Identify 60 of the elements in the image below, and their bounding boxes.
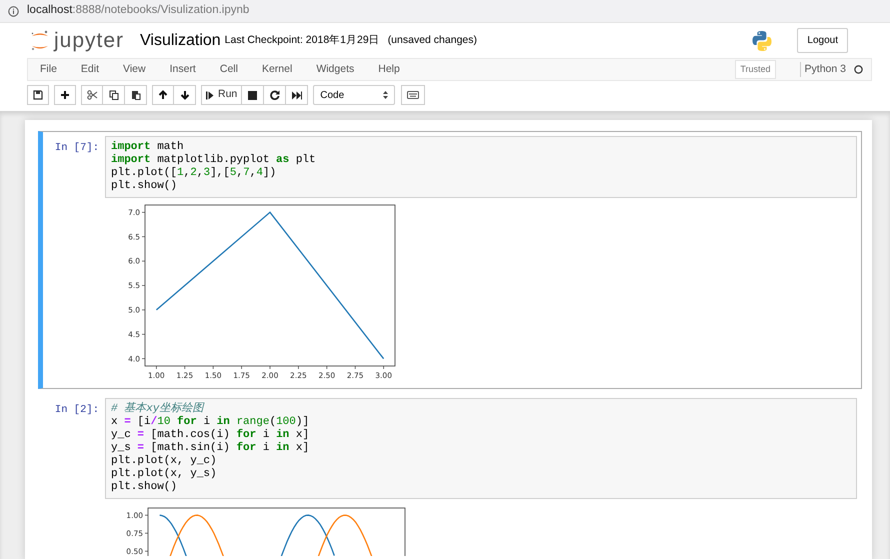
run-button[interactable]: Run <box>201 85 242 105</box>
code-line: import math <box>111 141 184 154</box>
paste-icon <box>130 90 140 100</box>
code-line: plt.show() <box>111 180 178 193</box>
menu-item[interactable]: File <box>40 62 57 78</box>
cut-button[interactable] <box>81 85 103 105</box>
move-up-button[interactable] <box>152 85 174 105</box>
paste-button[interactable] <box>125 85 147 105</box>
copy-icon <box>108 90 118 100</box>
interrupt-button[interactable] <box>242 85 264 105</box>
code-line: plt.show() <box>111 481 178 494</box>
url-text[interactable]: localhost:8888/notebooks/Visulization.ipynb <box>27 2 250 20</box>
run-all-button[interactable] <box>286 85 308 105</box>
code-line: plt.plot([1,2,3],[5,7,4]) <box>111 167 276 180</box>
code-line: y_c = [math.cos(i) for i in x] <box>111 429 310 442</box>
command-palette-button[interactable] <box>401 85 426 105</box>
kernel-name: Python 3 <box>800 62 846 78</box>
code-line: x = [i/10 for i in range(100)] <box>111 416 310 428</box>
code-line: y_s = [math.sin(i) for i in x] <box>111 442 310 455</box>
logout-button[interactable]: Logout <box>797 28 848 53</box>
restart-button[interactable] <box>264 85 286 105</box>
input-prompt: In [7]: <box>54 141 100 156</box>
save-button[interactable] <box>27 85 49 105</box>
fast-forward-icon <box>292 90 302 100</box>
menu-item[interactable]: Widgets <box>316 62 354 78</box>
menu-item[interactable]: Help <box>378 62 400 78</box>
code-editor[interactable]: # 基本xy坐标绘图 x = [i/10 for i in range(100)] y_c = [math.cos(i) for i in x] y_s = [math.sin(i) for i in x] plt.plot(x, y_c) plt.plot(x, y_s) plt.show() <box>105 398 857 499</box>
updown-caret-icon <box>383 91 388 99</box>
trusted-indicator[interactable]: Trusted <box>735 60 776 80</box>
python-logo-icon <box>751 30 774 52</box>
step-icon <box>206 90 214 100</box>
plus-icon <box>60 90 70 100</box>
copy-button[interactable] <box>103 85 125 105</box>
move-down-button[interactable] <box>174 85 196 105</box>
notebook-title[interactable]: Visulization <box>140 28 221 52</box>
unsaved-text: (unsaved changes) <box>388 32 477 48</box>
keyboard-icon <box>407 91 420 99</box>
code-editor[interactable]: import math import matplotlib.pyplot as plt plt.plot([1,2,3],[5,7,4]) plt.show() <box>105 136 857 198</box>
code-line: # 基本xy坐标绘图 <box>111 403 204 416</box>
arrow-down-icon <box>180 90 190 100</box>
cell-type-dropdown[interactable]: Code <box>313 85 396 105</box>
arrow-up-icon <box>158 90 168 100</box>
input-prompt: In [2]: <box>54 403 100 418</box>
menu-item[interactable]: Cell <box>220 62 238 78</box>
code-line: plt.plot(x, y_s) <box>111 468 217 481</box>
scissors-icon <box>86 90 98 100</box>
stop-icon <box>248 90 258 100</box>
info-icon <box>8 6 19 16</box>
kernel-idle-icon <box>854 65 863 74</box>
jupyter-wordmark: jupyter <box>54 30 124 51</box>
menu-item[interactable]: Insert <box>170 62 196 78</box>
restart-icon <box>270 90 280 100</box>
code-line: import matplotlib.pyplot as plt <box>111 154 316 167</box>
menu-item[interactable]: Kernel <box>262 62 292 78</box>
code-line: plt.plot(x, y_c) <box>111 455 217 468</box>
jupyter-logo-icon <box>30 30 50 52</box>
insert-cell-button[interactable] <box>54 85 76 105</box>
menu-item[interactable]: Edit <box>80 62 100 78</box>
menu-item[interactable]: View <box>123 62 146 78</box>
checkpoint-text: Last Checkpoint: 2018年1月29日 <box>224 32 380 48</box>
